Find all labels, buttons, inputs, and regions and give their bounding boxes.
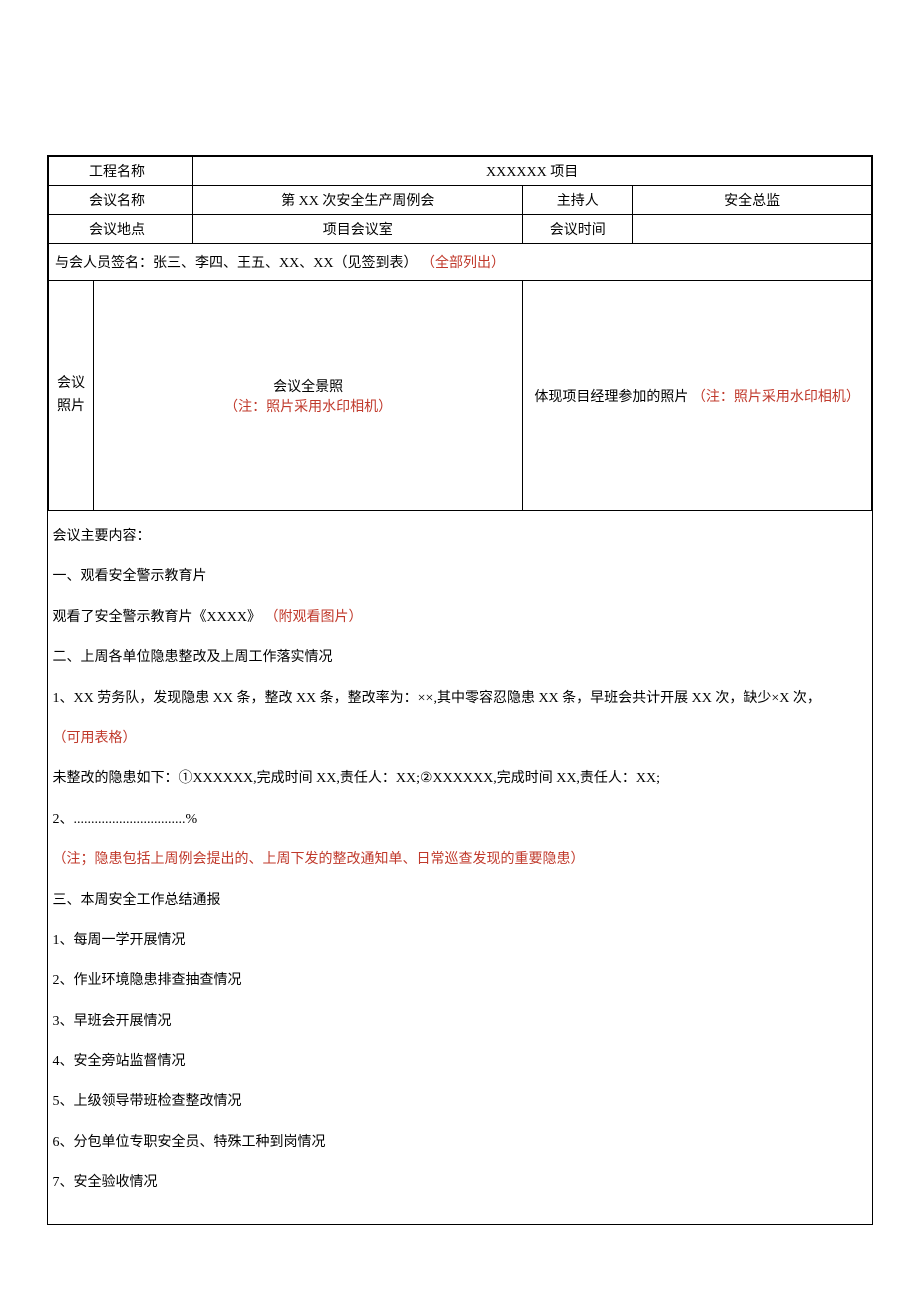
section-3-item3: 3、早班会开展情况 — [53, 1002, 868, 1042]
section-2-note: （注；隐患包括上周例会提出的、上周下发的整改通知单、日常巡查发现的重要隐患） — [53, 840, 868, 880]
photo-right-cell: 体现项目经理参加的照片 （注：照片采用水印相机） — [523, 281, 872, 511]
content-title: 会议主要内容： — [53, 517, 868, 557]
value-project: XXXXXX 项目 — [193, 157, 872, 186]
meeting-content: 会议主要内容： 一、观看安全警示教育片 观看了安全警示教育片《XXXX》 （附观… — [49, 511, 872, 1224]
value-meeting-name: 第 XX 次安全生产周例会 — [193, 186, 523, 215]
photo-row-label: 会议 照片 — [49, 281, 94, 511]
row-location: 会议地点 项目会议室 会议时间 — [49, 215, 872, 244]
attendees-note: （全部列出） — [421, 256, 505, 271]
photo-right-note: （注：照片采用水印相机） — [692, 390, 860, 405]
section-1-body: 观看了安全警示教育片《XXXX》 （附观看图片） — [53, 598, 868, 638]
section-1-heading: 一、观看安全警示教育片 — [53, 557, 868, 597]
photo-label-line2: 照片 — [57, 399, 85, 414]
section-3-item1: 1、每周一学开展情况 — [53, 921, 868, 961]
section-2-item2: 未整改的隐患如下：①XXXXXX,完成时间 XX,责任人：XX;②XXXXXX,… — [53, 759, 868, 799]
section-2-heading: 二、上周各单位隐患整改及上周工作落实情况 — [53, 638, 868, 678]
photo-left-note: （注：照片采用水印相机） — [100, 396, 516, 416]
attendees-cell: 与会人员签名：张三、李四、王五、XX、XX（见签到表） （全部列出） — [49, 244, 872, 281]
photo-left-cell: 会议全景照 （注：照片采用水印相机） — [94, 281, 523, 511]
label-meeting-name: 会议名称 — [49, 186, 193, 215]
attendees-text: 与会人员签名：张三、李四、王五、XX、XX（见签到表） — [55, 256, 417, 271]
label-project: 工程名称 — [49, 157, 193, 186]
label-host: 主持人 — [523, 186, 633, 215]
section-2-item1-note: （可用表格） — [53, 719, 868, 759]
section-1-body-text: 观看了安全警示教育片《XXXX》 — [53, 610, 261, 625]
section-1-body-note: （附观看图片） — [264, 610, 362, 625]
row-project: 工程名称 XXXXXX 项目 — [49, 157, 872, 186]
section-3-item6: 6、分包单位专职安全员、特殊工种到岗情况 — [53, 1123, 868, 1163]
label-location: 会议地点 — [49, 215, 193, 244]
document-container: 工程名称 XXXXXX 项目 会议名称 第 XX 次安全生产周例会 主持人 安全… — [47, 155, 873, 1225]
value-time — [633, 215, 872, 244]
value-host: 安全总监 — [633, 186, 872, 215]
row-attendees: 与会人员签名：张三、李四、王五、XX、XX（见签到表） （全部列出） — [49, 244, 872, 281]
label-time: 会议时间 — [523, 215, 633, 244]
section-3-item2: 2、作业环境隐患排查抽查情况 — [53, 961, 868, 1001]
row-meeting: 会议名称 第 XX 次安全生产周例会 主持人 安全总监 — [49, 186, 872, 215]
section-2-item3: 2、................................% — [53, 800, 868, 840]
row-content: 会议主要内容： 一、观看安全警示教育片 观看了安全警示教育片《XXXX》 （附观… — [49, 511, 872, 1224]
row-photos: 会议 照片 会议全景照 （注：照片采用水印相机） 体现项目经理参加的照片 （注：… — [49, 281, 872, 511]
header-table: 工程名称 XXXXXX 项目 会议名称 第 XX 次安全生产周例会 主持人 安全… — [48, 156, 872, 1224]
section-3-item7: 7、安全验收情况 — [53, 1163, 868, 1203]
photo-left-title: 会议全景照 — [100, 376, 516, 396]
value-location: 项目会议室 — [193, 215, 523, 244]
section-3-item5: 5、上级领导带班检查整改情况 — [53, 1082, 868, 1122]
section-2-item1: 1、XX 劳务队，发现隐患 XX 条，整改 XX 条，整改率为：××,其中零容忍… — [53, 679, 868, 719]
photo-right-title: 体现项目经理参加的照片 — [534, 390, 688, 405]
section-3-item4: 4、安全旁站监督情况 — [53, 1042, 868, 1082]
section-3-heading: 三、本周安全工作总结通报 — [53, 881, 868, 921]
photo-label-line1: 会议 — [57, 376, 85, 391]
